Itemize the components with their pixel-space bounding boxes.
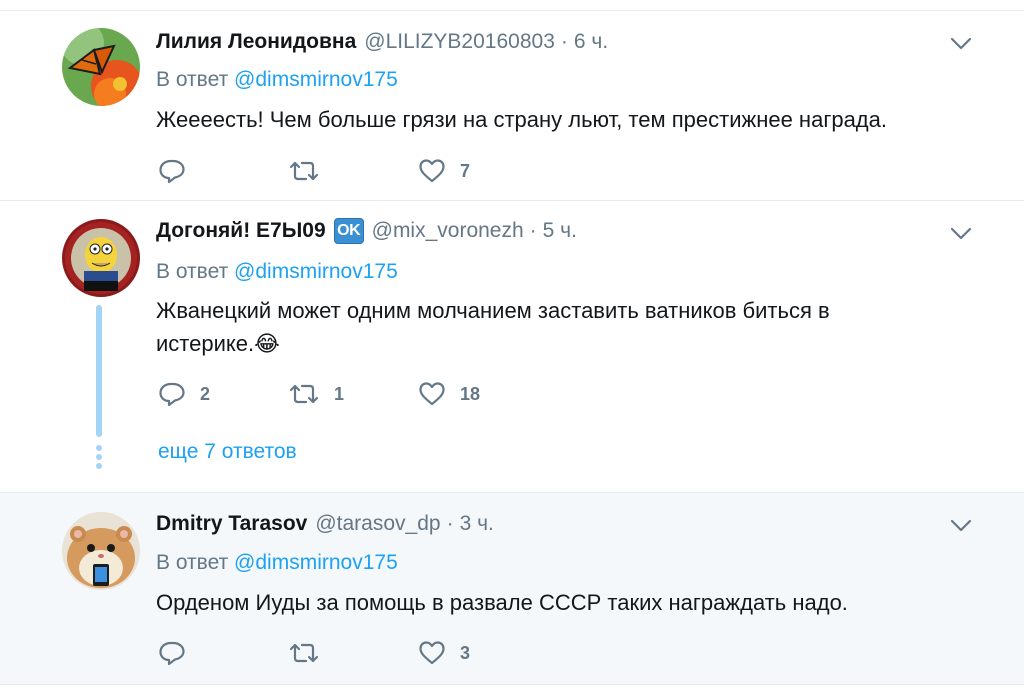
reply-mention-link[interactable]: @dimsmirnov175 <box>234 68 398 91</box>
chevron-down-icon[interactable] <box>948 513 974 539</box>
reply-context: В ответ @dimsmirnov175 <box>156 67 398 93</box>
tweet[interactable]: Dmitry Tarasov @tarasov_dp · 3 ч. В отве… <box>0 493 1024 685</box>
reply-button[interactable] <box>158 158 288 184</box>
like-icon <box>418 640 446 666</box>
tweet[interactable]: Лилия Леонидовна @LILIZYB20160803 · 6 ч.… <box>0 10 1024 201</box>
like-count: 3 <box>460 642 471 663</box>
display-name[interactable]: Dmitry Tarasov <box>156 511 307 537</box>
thread-connector-dots <box>96 445 102 472</box>
tweet-actions: 7 <box>158 156 548 186</box>
retweet-button[interactable] <box>288 641 418 665</box>
like-icon <box>418 158 446 184</box>
reply-mention-link[interactable]: @dimsmirnov175 <box>234 551 398 574</box>
retweet-count: 1 <box>334 383 345 404</box>
reply-icon <box>158 158 186 184</box>
tweet-actions: 3 <box>158 638 548 668</box>
tweet-actions: 2 1 18 <box>158 379 548 409</box>
timestamp[interactable]: 3 ч. <box>460 511 494 537</box>
reply-icon <box>158 381 186 407</box>
thread-connector-line <box>96 305 102 437</box>
like-button[interactable]: 18 <box>418 381 548 407</box>
tweet[interactable]: Догоняй! Е7Ы09 OK @mix_voronezh · 5 ч. В… <box>0 201 1024 493</box>
ok-emoji-badge: OK <box>333 218 364 244</box>
tweet-text: Жванецкий может одним молчанием заставит… <box>156 298 830 356</box>
timestamp[interactable]: 5 ч. <box>543 218 577 244</box>
reply-thread: Лилия Леонидовна @LILIZYB20160803 · 6 ч.… <box>0 0 1024 692</box>
retweet-icon <box>288 159 320 183</box>
like-count: 18 <box>460 383 481 404</box>
user-handle[interactable]: @LILIZYB20160803 <box>364 29 555 55</box>
avatar[interactable] <box>62 28 140 106</box>
show-more-replies-link[interactable]: еще 7 ответов <box>158 439 297 465</box>
reply-context: В ответ @dimsmirnov175 <box>156 550 398 576</box>
reply-prefix: В ответ <box>156 551 229 574</box>
retweet-button[interactable]: 1 <box>288 382 418 406</box>
like-count: 7 <box>460 160 471 181</box>
tweet-text: Орденом Иуды за помощь в развале СССР та… <box>156 590 848 615</box>
like-button[interactable]: 3 <box>418 640 548 666</box>
display-name[interactable]: Догоняй! Е7Ы09 <box>156 218 326 244</box>
tweet-header: Dmitry Tarasov @tarasov_dp · 3 ч. <box>156 511 944 537</box>
tweet-text: Жеееесть! Чем больше грязи на страну лью… <box>156 107 887 132</box>
reply-context: В ответ @dimsmirnov175 <box>156 259 398 285</box>
reply-prefix: В ответ <box>156 260 229 283</box>
tweet-header: Лилия Леонидовна @LILIZYB20160803 · 6 ч. <box>156 29 944 55</box>
avatar[interactable] <box>62 512 140 590</box>
chevron-down-icon[interactable] <box>948 221 974 247</box>
retweet-button[interactable] <box>288 159 418 183</box>
user-handle[interactable]: @mix_voronezh <box>372 218 524 244</box>
reply-count: 2 <box>200 383 211 404</box>
like-icon <box>418 381 446 407</box>
retweet-icon <box>288 382 320 406</box>
timestamp[interactable]: 6 ч. <box>574 29 608 55</box>
reply-button[interactable] <box>158 640 288 666</box>
reply-icon <box>158 640 186 666</box>
user-handle[interactable]: @tarasov_dp <box>315 511 440 537</box>
separator: · <box>529 219 537 242</box>
reply-prefix: В ответ <box>156 68 229 91</box>
display-name[interactable]: Лилия Леонидовна <box>156 29 356 55</box>
tweet-header: Догоняй! Е7Ы09 OK @mix_voronezh · 5 ч. <box>156 218 944 244</box>
reply-button[interactable]: 2 <box>158 381 288 407</box>
separator: · <box>560 30 568 53</box>
retweet-icon <box>288 641 320 665</box>
reply-mention-link[interactable]: @dimsmirnov175 <box>234 260 398 283</box>
separator: · <box>446 512 454 535</box>
chevron-down-icon[interactable] <box>948 31 974 57</box>
avatar[interactable] <box>62 219 140 297</box>
like-button[interactable]: 7 <box>418 158 548 184</box>
